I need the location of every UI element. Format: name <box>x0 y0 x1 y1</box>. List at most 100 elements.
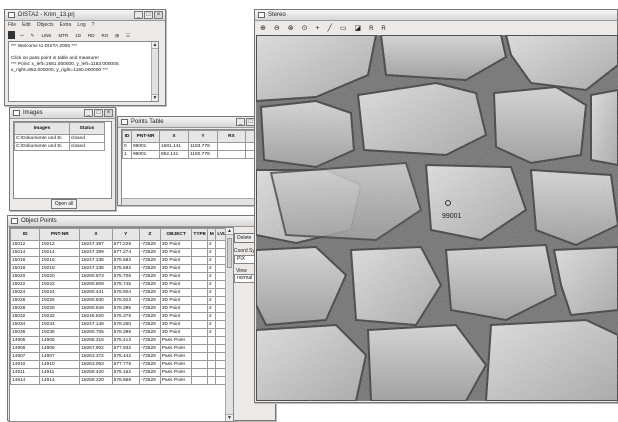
cell[interactable]: -73629 <box>138 272 161 281</box>
cell[interactable]: 18247.235 <box>79 264 113 273</box>
tool-1d-button[interactable]: 1D <box>73 31 83 39</box>
tool-ro-button[interactable]: RO <box>99 31 110 39</box>
table-row[interactable]: 14911 14911 18259.420 575.162 -73629 Pass Poi… <box>10 368 228 377</box>
cell[interactable]: 18250.809 <box>79 280 113 289</box>
tool-grid-button[interactable]: ⊞ <box>113 31 121 39</box>
cell[interactable]: 575.745 <box>111 280 140 289</box>
cell[interactable]: 15032 <box>39 312 81 321</box>
object-points-title-bar[interactable]: Object Points <box>8 216 275 227</box>
cell[interactable]: 15028 <box>10 304 41 313</box>
cell[interactable] <box>191 248 209 257</box>
cell[interactable]: 14907 <box>10 352 41 361</box>
cell[interactable]: 15014 <box>39 248 81 257</box>
cell[interactable]: 578.395 <box>111 304 140 313</box>
col-pnt-nr[interactable]: PNT-NR <box>131 130 160 143</box>
table-row[interactable]: 15036 15036 18250.705 578.399 -73629 3D Point… <box>10 328 228 337</box>
cell[interactable]: 15026 <box>10 296 41 305</box>
cell[interactable]: 99001 <box>131 142 160 151</box>
cell[interactable]: 577.932 <box>111 344 140 353</box>
cell[interactable]: 14914 <box>10 376 41 385</box>
table-row[interactable]: 15018 15018 18247.235 575.592 -73629 3D Point… <box>10 264 228 273</box>
cell[interactable]: -73629 <box>138 328 161 337</box>
table-row[interactable]: 14914 14914 18259.220 578.868 -73629 Pass Poi… <box>10 376 228 385</box>
open-all-button[interactable]: Open all <box>51 199 77 209</box>
cell[interactable]: 18247.387 <box>79 240 113 249</box>
cell[interactable]: -73629 <box>138 352 161 361</box>
cell[interactable]: 3D Point <box>159 264 193 273</box>
zoom-out-icon[interactable]: ⊖ <box>272 24 282 32</box>
cell[interactable]: -73629 <box>138 264 161 273</box>
cell[interactable] <box>206 336 217 345</box>
zoom-in-icon[interactable]: ⊕ <box>258 24 268 32</box>
cell[interactable] <box>191 368 209 377</box>
image-status[interactable]: closed <box>69 134 105 143</box>
cell[interactable]: 3D Point <box>159 280 193 289</box>
table-row[interactable]: 0 99001 1681.141 1183.779 <box>122 142 257 151</box>
cell[interactable]: 575.442 <box>111 352 140 361</box>
cell[interactable]: 2 <box>206 256 217 265</box>
cell[interactable]: 3D Point <box>159 288 193 297</box>
cell[interactable]: 15034 <box>39 320 81 329</box>
cell[interactable] <box>206 360 217 369</box>
cell[interactable]: 15018 <box>39 264 81 273</box>
cell[interactable] <box>206 344 217 353</box>
cell[interactable]: 576.379 <box>111 312 140 321</box>
cell[interactable]: 18250.705 <box>79 328 113 337</box>
menu-help[interactable]: ? <box>92 22 95 28</box>
cell[interactable]: -73629 <box>138 336 161 345</box>
cell[interactable]: 852.141 <box>159 150 189 159</box>
table-row[interactable]: 14905 14905 18268.316 575.413 -73629 Pass Poi… <box>10 336 228 345</box>
cell[interactable] <box>191 344 209 353</box>
cell[interactable]: 14906 <box>39 344 81 353</box>
cell[interactable]: 18247.148 <box>79 320 113 329</box>
cell[interactable]: 1183.779 <box>188 142 218 151</box>
cell[interactable]: 15016 <box>10 256 41 265</box>
image-path[interactable]: C:\Dokumente und Ei <box>14 134 70 143</box>
cell[interactable] <box>191 256 209 265</box>
cell[interactable]: 2 <box>206 240 217 249</box>
images-title-bar[interactable]: Images _ □ × <box>10 108 115 119</box>
polygon-tool-icon[interactable]: ◪ <box>352 24 363 32</box>
col-object[interactable]: OBJECT <box>159 228 193 241</box>
cell[interactable]: 2 <box>206 304 217 313</box>
cell[interactable]: 1 <box>122 150 132 159</box>
cell[interactable]: 15034 <box>10 320 41 329</box>
cell[interactable]: 576.923 <box>111 296 140 305</box>
menu-edit[interactable]: Edit <box>22 22 31 28</box>
cell[interactable]: Pass Point <box>159 360 193 369</box>
tool-rd-button[interactable]: RD <box>86 31 97 39</box>
cell[interactable]: 18250.873 <box>79 272 113 281</box>
cell[interactable] <box>206 368 217 377</box>
col-x[interactable]: X <box>79 228 113 241</box>
menu-log[interactable]: Log <box>77 22 85 28</box>
cell[interactable]: 576.804 <box>111 288 140 297</box>
cell[interactable]: 577.274 <box>111 248 140 257</box>
tool-r-right-button[interactable]: R <box>379 24 387 32</box>
table-row[interactable]: 15026 15026 18250.630 576.923 -73629 3D Point… <box>10 296 228 305</box>
cell[interactable]: 2 <box>206 248 217 257</box>
cell[interactable] <box>191 240 209 249</box>
table-row[interactable]: 15024 15024 18250.441 576.804 -73629 3D Point… <box>10 288 228 297</box>
cell[interactable]: 15028 <box>39 304 81 313</box>
crosshair-icon[interactable]: + <box>314 24 322 32</box>
table-row[interactable]: 15028 15028 18250.649 578.395 -73629 3D Point… <box>10 304 228 313</box>
cell[interactable]: -73629 <box>138 296 161 305</box>
cell[interactable]: 18259.220 <box>79 376 113 385</box>
maximize-icon[interactable]: □ <box>144 11 153 19</box>
cell[interactable]: 2 <box>206 280 217 289</box>
cell[interactable]: 14905 <box>10 336 41 345</box>
cell[interactable]: -73629 <box>138 320 161 329</box>
zoom-fit-icon[interactable]: ⊙ <box>300 24 310 32</box>
cell[interactable]: 15014 <box>10 248 41 257</box>
cell[interactable] <box>206 376 217 385</box>
cell[interactable]: 18247.235 <box>79 256 113 265</box>
cell[interactable]: -73629 <box>138 240 161 249</box>
cell[interactable]: -73629 <box>138 360 161 369</box>
cell[interactable]: 15018 <box>10 264 41 273</box>
cell[interactable]: 14914 <box>39 376 81 385</box>
col-type[interactable]: TYPE <box>191 228 209 241</box>
close-icon[interactable]: × <box>154 11 163 19</box>
cell[interactable]: 18246.820 <box>79 312 113 321</box>
cell[interactable]: Pass Point <box>159 336 193 345</box>
cell[interactable]: 14911 <box>10 368 41 377</box>
